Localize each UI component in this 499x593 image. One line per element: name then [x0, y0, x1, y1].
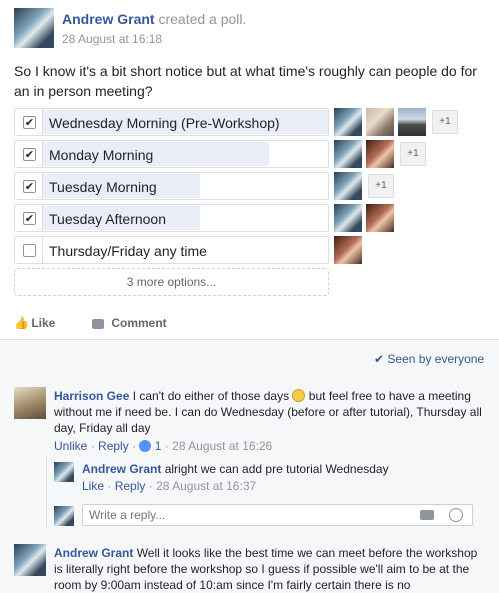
- poll-separator: [42, 205, 43, 231]
- poll-separator: [42, 173, 43, 199]
- post-timestamp[interactable]: 28 August at 16:18: [62, 32, 162, 46]
- like-count-icon[interactable]: [139, 440, 152, 452]
- poll-checkbox[interactable]: ✔: [23, 180, 36, 193]
- poll-separator: [42, 109, 43, 135]
- seen-label: Seen by everyone: [387, 352, 485, 366]
- reply-reply-link[interactable]: Reply: [115, 479, 146, 493]
- commenter-name[interactable]: Harrison Gee: [54, 389, 129, 403]
- reply-time[interactable]: 28 August at 16:37: [156, 479, 256, 493]
- voter-avatar[interactable]: [334, 108, 362, 136]
- commenter-name-2[interactable]: Andrew Grant: [54, 546, 133, 560]
- commenter-avatar[interactable]: [14, 387, 46, 419]
- poll-option-label: Tuesday Afternoon: [49, 211, 167, 227]
- poll-checkbox[interactable]: ✔: [23, 212, 36, 225]
- post-action: created a poll.: [158, 11, 247, 27]
- poll-option-label: Thursday/Friday any time: [49, 243, 207, 259]
- reply-body: Andrew Grant alright we can add pre tuto…: [82, 461, 482, 477]
- poll-option-label: Monday Morning: [49, 147, 154, 163]
- reply-text: alright we can add pre tutorial Wednesda…: [164, 462, 389, 476]
- poll-option-label: Tuesday Morning: [49, 179, 157, 195]
- reply-link[interactable]: Reply: [98, 439, 129, 453]
- commenter-avatar-2[interactable]: [14, 544, 46, 576]
- voter-avatar[interactable]: [334, 236, 362, 264]
- reply-input[interactable]: [83, 505, 403, 525]
- voter-avatar[interactable]: [366, 140, 394, 168]
- my-avatar: [54, 506, 74, 526]
- reply-avatar[interactable]: [54, 462, 74, 482]
- reply-input-box[interactable]: [82, 504, 473, 526]
- author-name[interactable]: Andrew Grant: [62, 11, 155, 27]
- like-label: Like: [31, 316, 56, 330]
- more-options-button[interactable]: 3 more options...: [14, 268, 329, 296]
- more-voters-button[interactable]: +1: [368, 174, 394, 198]
- seen-by: ✔ Seen by everyone: [374, 352, 484, 366]
- voter-avatar[interactable]: [334, 140, 362, 168]
- checkmark-icon: ✔: [374, 352, 385, 366]
- poll-option-bar[interactable]: Thursday/Friday any time: [14, 236, 329, 264]
- thumbs-up-icon: 👍: [14, 316, 29, 330]
- unlike-link[interactable]: Unlike: [54, 439, 87, 453]
- like-count[interactable]: 1: [155, 439, 162, 453]
- post-header: Andrew Grant created a poll.: [62, 11, 246, 27]
- voter-avatar[interactable]: [366, 108, 394, 136]
- post-text: So I know it's a bit short notice but at…: [14, 63, 477, 99]
- poll-option-label: Wednesday Morning (Pre-Workshop): [49, 115, 280, 131]
- comment-icon: [92, 318, 104, 329]
- comment-body: Harrison Gee I can't do either of those …: [54, 388, 484, 436]
- camera-icon[interactable]: [420, 510, 434, 520]
- reply-thread-line: [46, 456, 47, 528]
- confused-emoji-icon: [292, 389, 306, 402]
- poll-separator: [42, 141, 43, 167]
- poll-checkbox[interactable]: ✔: [23, 148, 36, 161]
- more-options-label: 3 more options...: [126, 275, 217, 289]
- more-voters-button[interactable]: +1: [432, 110, 458, 134]
- comment-text: I can't do either of those days: [132, 389, 290, 403]
- replier-name[interactable]: Andrew Grant: [82, 462, 161, 476]
- poll-option-bar[interactable]: ✔ Tuesday Afternoon: [14, 204, 329, 232]
- poll-option-bar[interactable]: ✔ Wednesday Morning (Pre-Workshop): [14, 108, 329, 136]
- reply-like-link[interactable]: Like: [82, 479, 104, 493]
- poll-checkbox[interactable]: ✔: [23, 116, 36, 129]
- voter-avatar[interactable]: [334, 172, 362, 200]
- comment-meta: Unlike · Reply · 1 · 28 August at 16:26: [54, 439, 273, 453]
- more-voters-button[interactable]: +1: [400, 142, 426, 166]
- poll-separator: [42, 237, 43, 263]
- like-button[interactable]: 👍 Like: [14, 316, 55, 330]
- reply-meta: Like · Reply · 28 August at 16:37: [82, 479, 257, 493]
- voter-avatar[interactable]: [366, 204, 394, 232]
- poll-option-bar[interactable]: ✔ Monday Morning: [14, 140, 329, 168]
- comment-button[interactable]: Comment: [92, 316, 167, 330]
- comment-time[interactable]: 28 August at 16:26: [172, 439, 272, 453]
- comment-body-2: Andrew Grant Well it looks like the best…: [54, 545, 484, 593]
- poll-option-bar[interactable]: ✔ Tuesday Morning: [14, 172, 329, 200]
- poll-checkbox[interactable]: [23, 244, 36, 257]
- emoji-icon[interactable]: [449, 508, 463, 522]
- voter-avatar[interactable]: [334, 204, 362, 232]
- author-avatar[interactable]: [14, 8, 54, 48]
- voter-avatar[interactable]: [398, 108, 426, 136]
- comment-label: Comment: [111, 316, 167, 330]
